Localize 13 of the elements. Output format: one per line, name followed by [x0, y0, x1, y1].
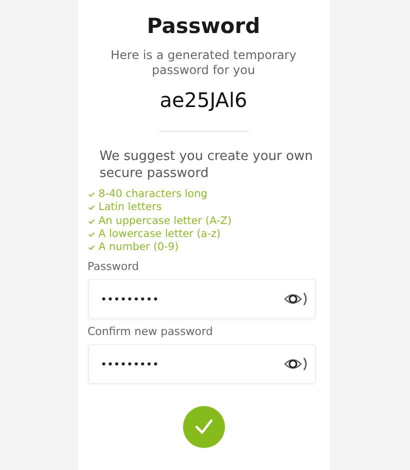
password-field[interactable]: ••••••••• — [88, 344, 316, 384]
requirement-text: Latin letters — [98, 201, 162, 215]
page-title: Password — [146, 13, 260, 40]
field-label: Confirm new password — [88, 325, 214, 340]
requirement-text: An uppercase letter (A-Z) — [98, 214, 232, 228]
suggestion-text: We suggest you create your own secure password — [100, 148, 314, 182]
password-field[interactable]: ••••••••• — [88, 279, 316, 320]
requirement-text: A number (0-9) — [98, 241, 179, 254]
generated-password: ae25JAl6 — [160, 87, 248, 113]
intro-text: Here is a generated temporary password for you — [110, 48, 298, 78]
requirement-text: A lowercase letter (a-z) — [98, 228, 221, 242]
requirement-text: 8-40 characters long — [98, 188, 208, 202]
field-label: Password — [88, 260, 140, 274]
